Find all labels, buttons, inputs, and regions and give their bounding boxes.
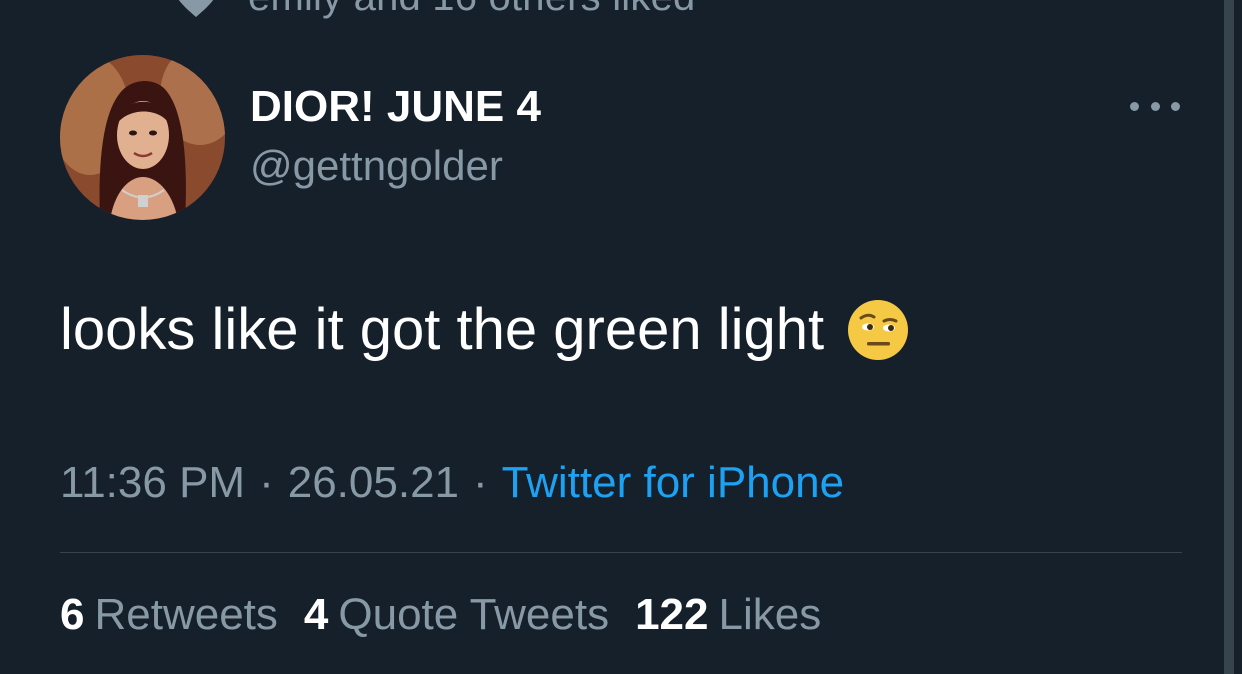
more-dot	[1150, 101, 1160, 111]
tweet-text-content: looks like it got the green light	[60, 297, 825, 362]
likes-label: Likes	[718, 590, 822, 639]
divider	[60, 552, 1182, 553]
quote-tweets-count: 4	[303, 590, 329, 639]
retweets-count: 6	[60, 590, 85, 639]
meta-separator: ·	[473, 458, 488, 507]
tweet-text: looks like it got the green light	[60, 296, 910, 363]
display-name[interactable]: DIOR! JUNE 4	[250, 82, 541, 132]
tweet-detail-page: emily and 16 others liked DIOR! JUNE 4 @…	[0, 0, 1242, 674]
meta-separator: ·	[259, 458, 274, 507]
tweet-stats: 6 Retweets 4 Quote Tweets 122 Likes	[60, 590, 847, 640]
retweets-label: Retweets	[94, 590, 278, 639]
more-dot	[1171, 101, 1180, 111]
quote-tweets-stat[interactable]: 4 Quote Tweets	[304, 590, 609, 640]
face-with-raised-eyebrow-icon	[846, 298, 910, 362]
avatar[interactable]	[60, 55, 225, 220]
tweet-time[interactable]: 11:36 PM	[60, 458, 245, 507]
tweet-source-link[interactable]: Twitter for iPhone	[502, 458, 844, 507]
quote-tweets-label: Quote Tweets	[338, 590, 610, 639]
scrollbar[interactable]	[1224, 0, 1234, 674]
heart-icon	[172, 0, 220, 21]
username-handle[interactable]: @gettngolder	[250, 142, 503, 190]
social-context[interactable]: emily and 16 others liked	[172, 0, 695, 24]
more-dot	[1130, 101, 1139, 111]
likes-stat[interactable]: 122 Likes	[635, 590, 821, 640]
social-context-text: emily and 16 others liked	[248, 0, 695, 20]
tweet-meta: 11:36 PM · 26.05.21 · Twitter for iPhone	[60, 458, 844, 508]
likes-count: 122	[635, 590, 709, 639]
more-horizontal-icon[interactable]	[1130, 94, 1180, 118]
retweets-stat[interactable]: 6 Retweets	[60, 590, 278, 640]
tweet-date[interactable]: 26.05.21	[288, 458, 459, 507]
